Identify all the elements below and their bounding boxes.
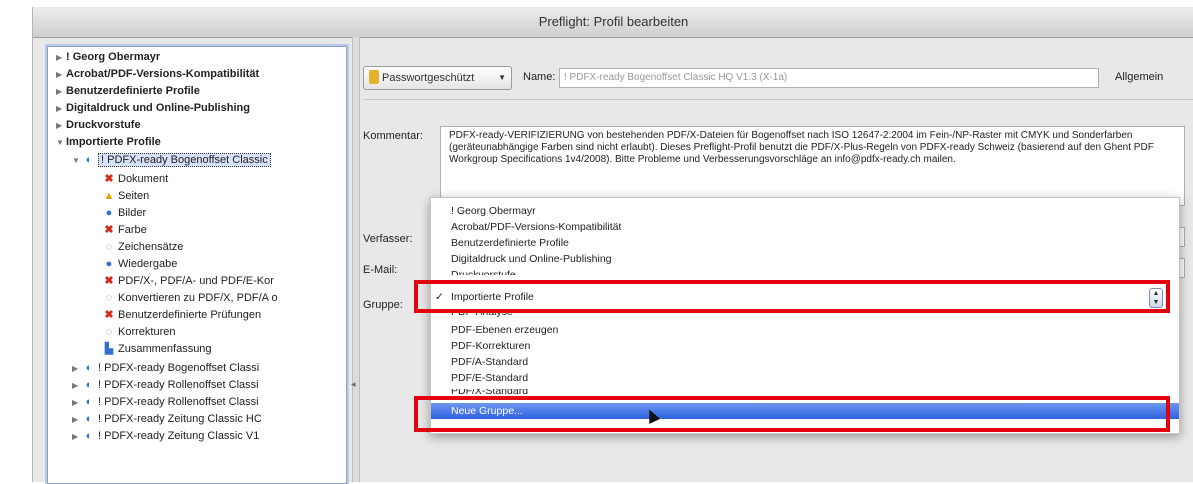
disclosure-triangle-icon[interactable]: ▶: [72, 394, 82, 411]
tree-check-dokument[interactable]: ✖ Dokument: [102, 171, 168, 188]
popup-arrow-icon: ▼: [498, 73, 506, 82]
menu-item-digital[interactable]: Digitaldruck und Online-Publishing: [451, 251, 612, 267]
tree-group-georg[interactable]: ▶! Georg Obermayr: [56, 49, 160, 66]
error-x-icon: ✖: [104, 309, 114, 321]
error-x-icon: ✖: [104, 224, 114, 236]
warning-icon: ▲: [103, 190, 115, 202]
tree-check-konvertieren[interactable]: ◌ Konvertieren zu PDF/X, PDF/A o: [102, 290, 278, 307]
group-label: Gruppe:: [363, 299, 403, 311]
profile-tree[interactable]: ▶! Georg Obermayr ▶ Acrobat/PDF-Versions-…: [47, 46, 347, 484]
tree-profile-selected[interactable]: ▼ ◐! PDFX-ready Bogenoffset Classic: [72, 152, 271, 169]
splitter-arrow-icon[interactable]: ◂: [351, 379, 356, 390]
disclosure-triangle-icon[interactable]: ▶: [56, 49, 66, 66]
tree-check-pdfx-korrektur[interactable]: ✖ PDF/X-, PDF/A- und PDF/E-Kor: [102, 273, 273, 290]
neutral-icon: ◌: [105, 292, 113, 304]
tree-group-imported[interactable]: ▼ Importierte Profile: [56, 134, 161, 151]
profile-icon: ◐: [85, 430, 93, 442]
menu-item-georg[interactable]: ! Georg Obermayr: [451, 203, 536, 219]
email-label: E-Mail:: [363, 264, 398, 276]
disclosure-triangle-icon[interactable]: ▶: [72, 411, 82, 428]
tree-group-custom[interactable]: ▶ Benutzerdefinierte Profile: [56, 83, 200, 100]
info-icon: ●: [105, 207, 113, 219]
tree-check-zeichensaetze[interactable]: ◌ Zeichensätze: [102, 239, 184, 256]
menu-item-acrobat[interactable]: Acrobat/PDF-Versions-Kompatibilität: [451, 219, 621, 235]
menu-item-custom[interactable]: Benutzerdefinierte Profile: [451, 235, 569, 251]
summary-icon: ▙: [104, 343, 114, 355]
menu-item-prepress[interactable]: Druckvorstufe: [451, 267, 516, 275]
profile-icon: ◐: [85, 154, 93, 166]
tree-check-wiedergabe[interactable]: ● Wiedergabe: [102, 256, 178, 273]
tree-check-summary[interactable]: ▙ Zusammenfassung: [102, 341, 212, 358]
tree-group-digital[interactable]: ▶ Digitaldruck und Online-Publishing: [56, 100, 250, 117]
profile-icon: ◐: [85, 379, 93, 391]
disclosure-triangle-icon[interactable]: ▶: [56, 100, 66, 117]
tree-group-prepress[interactable]: ▶ Druckvorstufe: [56, 117, 141, 134]
menu-item-fixups[interactable]: PDF-Korrekturen: [451, 338, 530, 354]
tree-profile-item[interactable]: ▶ ◐! PDFX-ready Rollenoffset Classi: [72, 377, 259, 394]
menu-item-pdfa[interactable]: PDF/A-Standard: [451, 354, 528, 370]
disclosure-triangle-icon[interactable]: ▶: [72, 428, 82, 445]
tree-check-farbe[interactable]: ✖ Farbe: [102, 222, 146, 239]
tree-group-acrobat[interactable]: ▶ Acrobat/PDF-Versions-Kompatibilität: [56, 66, 259, 83]
tree-check-korrekturen[interactable]: ◌ Korrekturen: [102, 324, 176, 341]
neutral-icon: ◌: [105, 326, 113, 338]
tree-profile-item[interactable]: ▶ ◐! PDFX-ready Bogenoffset Classi: [72, 360, 259, 377]
general-label: Allgemein: [1115, 71, 1164, 83]
profile-icon: ◐: [85, 362, 93, 374]
disclosure-triangle-icon[interactable]: ▶: [56, 66, 66, 83]
tree-profile-item[interactable]: ▶ ◐! PDFX-ready Zeitung Classic HC: [72, 411, 262, 428]
disclosure-triangle-icon[interactable]: ▶: [72, 377, 82, 394]
tree-check-custom[interactable]: ✖ Benutzerdefinierte Prüfungen: [102, 307, 261, 324]
lock-icon: [369, 70, 379, 84]
profile-icon: ◐: [85, 396, 93, 408]
window-titlebar: Preflight: Profil bearbeiten: [33, 7, 1193, 38]
comment-label: Kommentar:: [363, 130, 423, 142]
disclosure-triangle-open-icon[interactable]: ▼: [56, 134, 66, 151]
tree-check-bilder[interactable]: ● Bilder: [102, 205, 146, 222]
profile-icon: ◐: [85, 413, 93, 425]
disclosure-triangle-icon[interactable]: ▶: [56, 117, 66, 134]
disclosure-triangle-icon[interactable]: ▶: [56, 83, 66, 100]
disclosure-triangle-icon[interactable]: ▶: [72, 360, 82, 377]
neutral-icon: ◌: [105, 241, 113, 253]
name-field[interactable]: ! PDFX-ready Bogenoffset Classic HQ V1.3…: [559, 68, 1099, 88]
menu-item-layers[interactable]: PDF-Ebenen erzeugen: [451, 322, 558, 338]
disclosure-triangle-open-icon[interactable]: ▼: [72, 152, 82, 169]
menu-item-pdfe[interactable]: PDF/E-Standard: [451, 370, 528, 386]
highlight-box-current-group: [414, 280, 1170, 313]
error-x-icon: ✖: [104, 275, 114, 287]
pane-splitter[interactable]: [352, 37, 360, 482]
password-protected-popup[interactable]: Passwortgeschützt ▼: [363, 66, 512, 90]
tree-check-seiten[interactable]: ▲ Seiten: [102, 188, 150, 205]
comment-textarea[interactable]: PDFX-ready-VERIFIZIERUNG von bestehenden…: [440, 126, 1185, 206]
info-icon: ●: [105, 258, 113, 270]
author-label: Verfasser:: [363, 233, 413, 245]
tree-profile-item[interactable]: ▶ ◐! PDFX-ready Zeitung Classic V1: [72, 428, 259, 445]
tree-profile-item[interactable]: ▶ ◐! PDFX-ready Rollenoffset Classi: [72, 394, 259, 411]
name-label: Name:: [523, 71, 556, 83]
divider: [363, 99, 1193, 100]
highlight-box-new-group: [414, 396, 1170, 432]
error-x-icon: ✖: [104, 173, 114, 185]
